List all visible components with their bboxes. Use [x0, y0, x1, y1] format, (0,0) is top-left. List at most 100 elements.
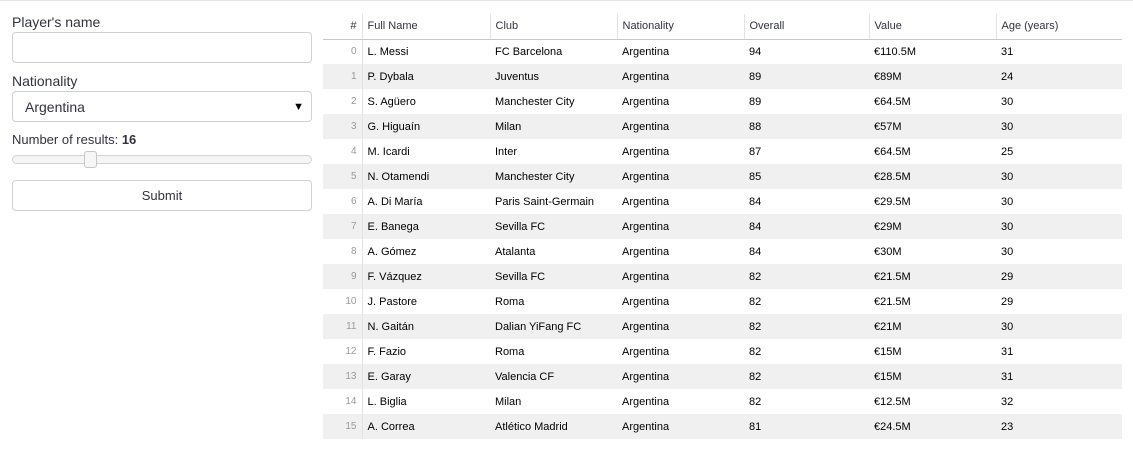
cell-value: €29.5M: [874, 195, 911, 208]
table-row: 4 M. Icardi Inter Argentina 87 €64.5M 25: [323, 139, 1122, 164]
cell-club: Inter: [495, 145, 518, 158]
cell-overall: 84: [749, 195, 762, 208]
cell-club: Atalanta: [495, 245, 536, 258]
cell-nationality: Argentina: [617, 314, 744, 339]
cell-club: Sevilla FC: [490, 214, 617, 239]
header-nationality[interactable]: Nationality: [616, 14, 744, 40]
row-index: 12: [323, 339, 363, 364]
cell-age: 31: [996, 364, 1122, 389]
cell-age: 30: [1001, 195, 1014, 208]
cell-full-name: G. Higuaín: [362, 114, 490, 139]
table-row: 3 G. Higuaín Milan Argentina 88 €57M 30: [323, 114, 1122, 139]
cell-age: 31: [1001, 45, 1014, 58]
cell-value: €30M: [874, 245, 902, 258]
row-index: 10: [323, 289, 363, 314]
results-count-text: Number of results:: [12, 132, 119, 147]
cell-value: €57M: [869, 114, 996, 139]
cell-nationality: Argentina: [617, 364, 744, 389]
table-row: 15 A. Correa Atlético Madrid Argentina 81 €24…: [323, 414, 1122, 439]
cell-overall: 89: [744, 64, 869, 89]
cell-age: 30: [1001, 95, 1014, 108]
row-index: 13: [323, 364, 363, 389]
cell-overall: 82: [749, 295, 762, 308]
row-index: 2: [323, 89, 363, 114]
cell-overall: 82: [749, 345, 762, 358]
table-row: 1 P. Dybala Juventus Argentina 89 €89M 24: [323, 64, 1122, 89]
cell-full-name: A. Correa: [362, 414, 490, 439]
cell-age: 25: [1001, 145, 1014, 158]
cell-club: Valencia CF: [490, 364, 617, 389]
cell-nationality: Argentina: [617, 164, 744, 189]
header-overall[interactable]: Overall: [743, 14, 869, 40]
header-club[interactable]: Club: [489, 14, 617, 40]
cell-age: 29: [1001, 295, 1014, 308]
header-age[interactable]: Age (years): [995, 14, 1122, 40]
cell-club: Roma: [495, 345, 525, 358]
cell-age: 30: [996, 114, 1122, 139]
header-value[interactable]: Value: [868, 14, 996, 40]
row-index: 0: [323, 39, 363, 64]
table-row: 11 N. Gaitán Dalian YiFang FC Argentina 82 €2…: [323, 314, 1122, 339]
cell-full-name: A. Di María: [367, 195, 423, 208]
row-index: 14: [323, 389, 363, 414]
table-row: 2 S. Agüero Manchester City Argentina 89 €64.…: [323, 89, 1122, 114]
cell-overall: 82: [744, 364, 869, 389]
cell-overall: 84: [744, 214, 869, 239]
results-slider[interactable]: [12, 151, 312, 168]
row-index: 1: [323, 64, 363, 89]
header-full-name[interactable]: Full Name: [361, 14, 490, 40]
row-index: 11: [323, 314, 363, 339]
cell-nationality: Argentina: [617, 64, 744, 89]
cell-age: 30: [1001, 245, 1014, 258]
table-row: 8 A. Gómez Atalanta Argentina 84 €30M 30: [323, 239, 1122, 264]
cell-value: €64.5M: [874, 95, 911, 108]
table-row: 12 F. Fazio Roma Argentina 82 €15M 31: [323, 339, 1122, 364]
cell-nationality: Argentina: [617, 264, 744, 289]
submit-button[interactable]: Submit: [12, 180, 312, 211]
table-header-row: # Full Name Club Nationality Overall Val…: [323, 14, 1122, 40]
cell-club: Roma: [495, 295, 525, 308]
cell-age: 30: [996, 314, 1122, 339]
cell-age: 23: [996, 414, 1122, 439]
cell-club: Manchester City: [490, 164, 617, 189]
cell-club: Atlético Madrid: [490, 414, 617, 439]
cell-full-name: N. Otamendi: [362, 164, 490, 189]
slider-track[interactable]: [12, 155, 312, 164]
cell-overall: 85: [744, 164, 869, 189]
caret-down-icon: ▼: [293, 101, 304, 113]
row-index: 3: [323, 114, 363, 139]
table-row: 0 L. Messi FC Barcelona Argentina 94 €110.5M 3…: [323, 39, 1122, 64]
header-index[interactable]: #: [323, 14, 362, 40]
slider-handle[interactable]: [84, 151, 97, 168]
cell-nationality: Argentina: [622, 295, 670, 308]
cell-club: Manchester City: [495, 95, 575, 108]
cell-club: Paris Saint-Germain: [495, 195, 595, 208]
results-table: # Full Name Club Nationality Overall Val…: [323, 14, 1122, 439]
nationality-select[interactable]: Argentina ▼: [12, 91, 312, 122]
cell-value: €28.5M: [869, 164, 996, 189]
cell-full-name: J. Pastore: [367, 295, 418, 308]
cell-overall: 88: [744, 114, 869, 139]
row-index: 6: [323, 189, 363, 214]
cell-full-name: A. Gómez: [367, 245, 417, 258]
cell-club: Milan: [495, 395, 522, 408]
cell-overall: 81: [744, 414, 869, 439]
results-count-label: Number of results: 16: [12, 132, 136, 147]
cell-nationality: Argentina: [617, 114, 744, 139]
cell-club: FC Barcelona: [495, 45, 563, 58]
cell-nationality: Argentina: [622, 195, 670, 208]
row-index: 9: [323, 264, 363, 289]
cell-age: 24: [996, 64, 1122, 89]
cell-overall: 84: [749, 245, 762, 258]
table-row: 9 F. Vázquez Sevilla FC Argentina 82 €21.5M 29: [323, 264, 1122, 289]
cell-full-name: S. Agüero: [367, 95, 416, 108]
cell-value: €15M: [869, 364, 996, 389]
table-row: 14 L. Biglia Milan Argentina 82 €12.5M 32: [323, 389, 1122, 414]
cell-overall: 82: [744, 314, 869, 339]
row-index: 7: [323, 214, 363, 239]
player-name-input[interactable]: [12, 32, 312, 63]
row-index: 4: [323, 139, 363, 164]
cell-full-name: M. Icardi: [367, 145, 410, 158]
cell-full-name: E. Garay: [362, 364, 490, 389]
cell-nationality: Argentina: [622, 345, 670, 358]
